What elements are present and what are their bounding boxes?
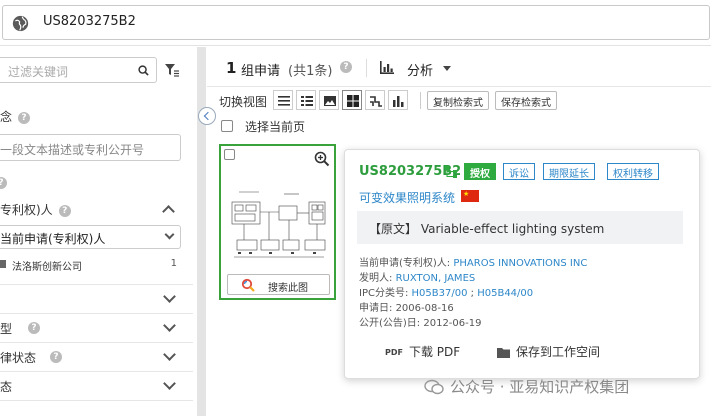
- find-by-image-button[interactable]: 搜索此图: [227, 274, 330, 295]
- result-card[interactable]: 搜索此图: [219, 144, 336, 300]
- patent-popover: US8203275B2 授权 诉讼 期限延长 权利转移 可变效果照明系统 ★ 【…: [344, 149, 700, 379]
- badge-transfer[interactable]: 权利转移: [607, 163, 659, 180]
- filter-icon[interactable]: [165, 63, 179, 77]
- china-flag-icon: ★: [461, 190, 479, 202]
- facet-item-count: 1: [170, 258, 177, 269]
- badge-litigation[interactable]: 诉讼: [503, 163, 535, 180]
- image-search-icon: [241, 278, 255, 292]
- detail-list-icon: [301, 96, 313, 106]
- results-header: 1 组申请 (共1条) ? 分析: [207, 47, 711, 87]
- original-title-box: 【原文】 Variable-effect lighting system: [357, 211, 683, 244]
- patent-drawing-thumbnail[interactable]: [229, 172, 329, 270]
- facet-item-assignee[interactable]: 法洛斯创新公司 1: [0, 256, 185, 274]
- original-prefix: 【原文】: [369, 222, 418, 236]
- analysis-button[interactable]: 分析: [407, 60, 433, 79]
- select-current-page[interactable]: 选择当前页: [219, 117, 519, 137]
- view-toolbar: 切换视图 复制检索式 保存检索式: [207, 88, 711, 114]
- search-icon[interactable]: [138, 65, 149, 76]
- help-icon[interactable]: ?: [58, 204, 71, 217]
- zoom-in-icon[interactable]: [314, 151, 330, 167]
- ipc-link-1[interactable]: H05B37/00: [412, 288, 468, 299]
- view-grid-button[interactable]: [342, 90, 362, 110]
- watermark: 公众号 · 亚易知识产权集团: [450, 378, 630, 396]
- assignee-link[interactable]: PHAROS INNOVATIONS INC: [453, 258, 587, 269]
- bar-chart-icon: [393, 96, 404, 107]
- search-box[interactable]: US8203275B2: [2, 5, 710, 40]
- help-icon[interactable]: ?: [50, 351, 62, 363]
- meta-pub-date: 公开(公告)日: 2012-06-19: [359, 318, 482, 329]
- search-input[interactable]: US8203275B2: [43, 14, 136, 29]
- patent-title-cn[interactable]: 可变效果照明系统: [359, 189, 455, 206]
- view-switch-label: 切换视图: [219, 95, 268, 109]
- filter-sidebar: 过滤关键词 念? 一段文本描述或专利公开号 ? 专利权)人? 当前申请(专利权)…: [0, 47, 193, 416]
- meta-filing-date: 申请日: 2006-08-16: [359, 303, 454, 314]
- facet-row-1[interactable]: [0, 284, 193, 313]
- semantic-placeholder: 一段文本描述或专利公开号: [0, 143, 145, 157]
- result-checkbox[interactable]: [224, 149, 235, 160]
- help-icon[interactable]: ?: [0, 176, 7, 189]
- group-label: 组申请: [241, 64, 281, 79]
- section-help: ?: [0, 175, 7, 189]
- copy-query-button[interactable]: 复制检索式: [427, 91, 489, 110]
- caret-down-icon[interactable]: [443, 66, 451, 71]
- globe-icon: [12, 15, 29, 32]
- family-tree-icon[interactable]: [445, 166, 457, 178]
- chevron-down-icon: [163, 290, 176, 303]
- meta-assignee: 当前申请(专利权)人: PHAROS INNOVATIONS INC: [359, 258, 588, 269]
- meta-inventor: 发明人: RUXTON, JAMES: [359, 273, 476, 284]
- select-page-checkbox[interactable]: [221, 120, 233, 132]
- view-image-button[interactable]: [319, 90, 339, 110]
- filter-keyword-input[interactable]: 过滤关键词: [0, 57, 157, 83]
- save-to-workspace-button[interactable]: 保存到工作空间: [497, 343, 600, 360]
- help-icon[interactable]: ?: [18, 111, 31, 124]
- top-bar: US8203275B2: [0, 0, 711, 46]
- checkbox-icon[interactable]: [0, 260, 6, 268]
- divider: [366, 59, 367, 77]
- semantic-section-label: 念?: [0, 108, 31, 125]
- chevron-down-icon: [163, 348, 176, 361]
- grid-icon: [347, 95, 359, 107]
- help-icon[interactable]: ?: [28, 322, 40, 334]
- inventor-link[interactable]: RUXTON, JAMES: [396, 273, 476, 284]
- filter-placeholder: 过滤关键词: [8, 65, 69, 79]
- facet-row-type[interactable]: 型?: [0, 313, 193, 342]
- image-icon: [324, 96, 336, 106]
- save-query-button[interactable]: 保存检索式: [495, 91, 557, 110]
- facet-item-name: 法洛斯创新公司: [12, 262, 82, 273]
- divider: [420, 92, 421, 109]
- assignee-select-value: 当前申请(专利权)人: [0, 232, 106, 246]
- ipc-link-2[interactable]: H05B44/00: [477, 288, 533, 299]
- pdf-icon: PDF: [385, 348, 403, 357]
- facet-row-5[interactable]: [0, 400, 193, 416]
- group-count: 1: [226, 59, 237, 77]
- chevron-up-icon[interactable]: [162, 205, 175, 218]
- badge-term-extension[interactable]: 期限延长: [543, 163, 595, 180]
- wechat-icon: [424, 379, 444, 395]
- select-page-label: 选择当前页: [245, 120, 306, 134]
- status-badge-granted: 授权: [464, 163, 496, 180]
- line-chart-icon: [370, 96, 382, 107]
- help-icon[interactable]: ?: [340, 61, 352, 73]
- facet-row-status[interactable]: 态: [0, 371, 193, 400]
- view-detail-button[interactable]: [296, 90, 316, 110]
- semantic-text-input[interactable]: 一段文本描述或专利公开号: [0, 134, 181, 161]
- folder-icon: [497, 348, 510, 358]
- facet-row-legal-status[interactable]: 律状态?: [0, 342, 193, 371]
- chevron-down-icon: [163, 377, 176, 390]
- list-icon: [278, 96, 290, 106]
- view-chart-button[interactable]: [365, 90, 385, 110]
- find-by-image-label: 搜索此图: [268, 283, 308, 294]
- meta-ipc: IPC分类号: H05B37/00 ; H05B44/00: [359, 288, 534, 299]
- view-analysis-button[interactable]: [388, 90, 408, 110]
- sidebar-scrollbar[interactable]: [197, 47, 206, 416]
- original-title: Variable-effect lighting system: [420, 222, 605, 236]
- assignee-type-select[interactable]: 当前申请(专利权)人: [0, 225, 181, 249]
- chevron-down-icon: [164, 229, 175, 240]
- chevron-down-icon: [163, 319, 176, 332]
- total-count: (共1条): [288, 64, 333, 79]
- bar-chart-icon[interactable]: [380, 61, 394, 74]
- view-list-button[interactable]: [273, 90, 293, 110]
- assignee-section-label: 专利权)人?: [0, 201, 71, 218]
- download-pdf-button[interactable]: PDF 下载 PDF: [385, 343, 460, 360]
